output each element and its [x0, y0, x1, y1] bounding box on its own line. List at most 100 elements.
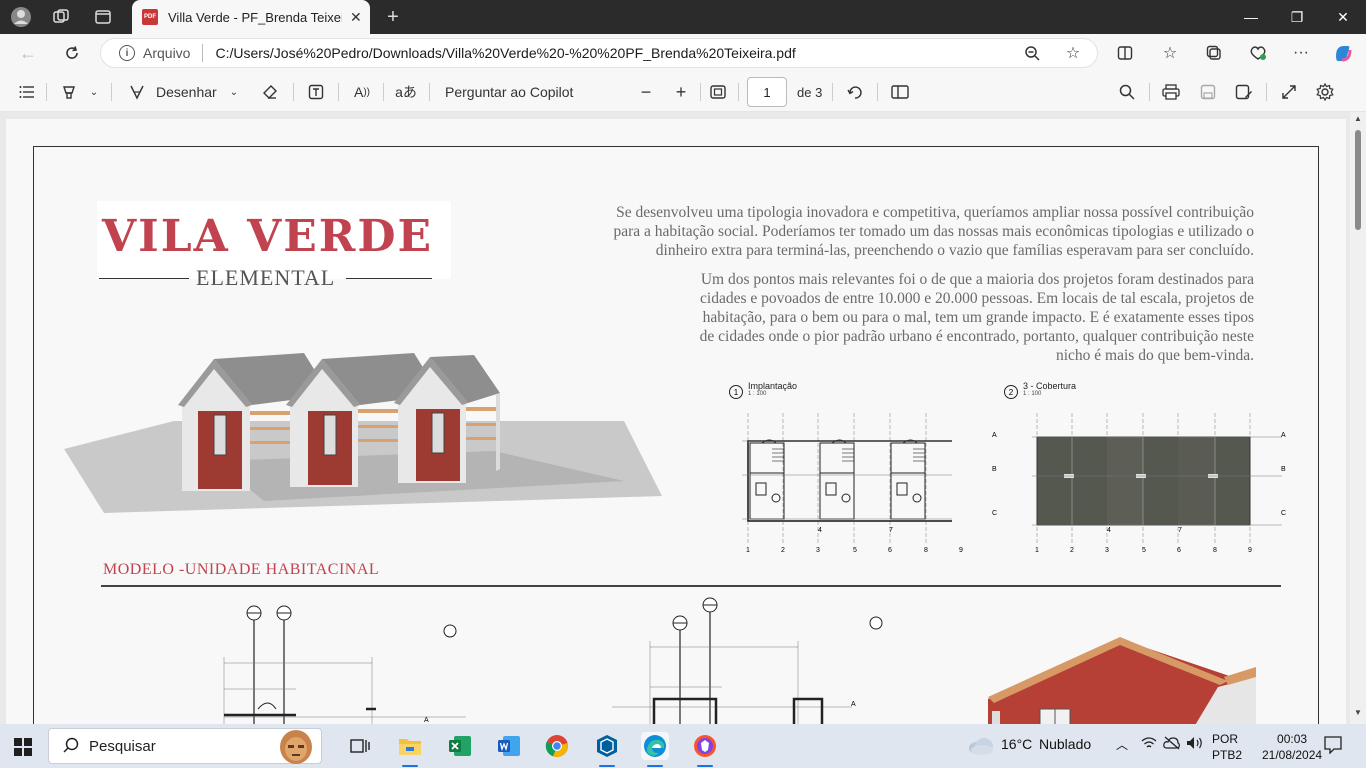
rotate-icon[interactable] [844, 80, 866, 104]
draw-button[interactable]: Desenhar [156, 80, 217, 104]
tab-close-icon[interactable]: ✕ [350, 9, 362, 26]
add-text-icon[interactable] [305, 80, 327, 104]
address-bar: ← i Arquivo C:/Users/José%20Pedro/Downlo… [0, 34, 1366, 72]
workspaces-icon[interactable] [50, 6, 72, 28]
show-hidden-icons-icon[interactable]: ︿ [1116, 736, 1128, 753]
page-number-input[interactable]: 1 [747, 77, 787, 107]
plan-1-number: 1 [729, 385, 743, 399]
grid-col-label: 2 [1070, 547, 1074, 554]
toolbar-separator [1266, 83, 1267, 101]
toolbar-separator [111, 83, 112, 101]
grid-row-label: C [992, 510, 998, 517]
grid-col-label: 6 [888, 547, 892, 554]
search-icon[interactable] [1116, 80, 1138, 104]
vertical-scrollbar[interactable]: ▲ ▼ [1350, 112, 1366, 724]
save-as-icon[interactable] [1233, 80, 1255, 104]
minimize-button[interactable]: — [1228, 0, 1274, 34]
zoom-icon[interactable] [1020, 41, 1044, 65]
url-separator [202, 44, 204, 62]
excel-icon[interactable] [446, 732, 474, 760]
save-icon[interactable] [1197, 80, 1219, 104]
read-aloud-icon[interactable]: A)) [350, 80, 374, 104]
scroll-up-icon[interactable]: ▲ [1354, 114, 1362, 123]
edge-icon[interactable] [641, 732, 669, 760]
grid-row-label: A [992, 432, 997, 439]
brave-browser-icon[interactable] [691, 732, 719, 760]
print-icon[interactable] [1160, 80, 1182, 104]
plan-1-label: Implantação 1 : 100 [748, 381, 797, 397]
scrollbar-thumb[interactable] [1355, 130, 1361, 230]
tab-title: Villa Verde - PF_Brenda Teixeira.p [168, 9, 342, 25]
grid-mid-label: 4 [818, 527, 822, 534]
translate-icon[interactable]: aあ [394, 80, 418, 104]
settings-gear-icon[interactable] [1314, 80, 1336, 104]
draw-dropdown-icon[interactable]: ⌄ [226, 80, 242, 104]
url-field[interactable]: i Arquivo C:/Users/José%20Pedro/Download… [100, 38, 1098, 68]
clock-date: 21/08/2024 [1262, 748, 1323, 762]
info-icon[interactable]: i [119, 45, 135, 61]
fullscreen-icon[interactable] [1278, 80, 1300, 104]
document-title: VILA VERDE [102, 211, 434, 262]
grid-row-label: A [851, 701, 856, 708]
app-running-indicator [697, 765, 713, 767]
draw-icon[interactable] [126, 80, 148, 104]
network-icon[interactable] [1141, 736, 1157, 753]
ask-copilot-button[interactable]: Perguntar ao Copilot [445, 80, 573, 104]
plan-2-scale: 1 : 100 [1023, 391, 1042, 397]
file-explorer-icon[interactable] [396, 732, 424, 760]
favorite-star-icon[interactable]: ☆ [1061, 41, 1085, 65]
page-view-icon[interactable] [889, 80, 911, 104]
weather-temperature[interactable]: 16°C [1001, 736, 1032, 752]
collections-icon[interactable] [1202, 41, 1226, 65]
cloud-sync-off-icon[interactable] [1163, 736, 1181, 753]
new-tab-button[interactable]: + [382, 6, 404, 28]
eraser-icon[interactable] [259, 80, 281, 104]
input-language-indicator[interactable]: POR PTB2 [1212, 731, 1242, 763]
paragraph-line: cidades e povoados de entre 10.000 e 20.… [700, 290, 1254, 307]
sketchup-icon[interactable] [593, 732, 621, 760]
tab-active[interactable]: PDF Villa Verde - PF_Brenda Teixeira.p ✕ [132, 0, 370, 34]
app-running-indicator [599, 765, 615, 767]
close-button[interactable]: ✕ [1320, 0, 1366, 34]
grid-mid-label: 4 [1107, 527, 1111, 534]
zoom-in-button[interactable]: + [671, 80, 691, 104]
weather-description[interactable]: Nublado [1039, 736, 1091, 752]
back-button[interactable]: ← [16, 41, 40, 65]
toolbar-separator [293, 83, 294, 101]
grid-col-label: 8 [1213, 547, 1217, 554]
toolbar-separator [338, 83, 339, 101]
favorites-icon[interactable]: ☆ [1158, 41, 1182, 65]
toolbar-separator [832, 83, 833, 101]
scroll-down-icon[interactable]: ▼ [1354, 708, 1362, 717]
paragraph-1: Se desenvolveu uma tipologia inovadora e… [476, 203, 1255, 260]
document-subtitle: ELEMENTAL [196, 265, 336, 290]
browser-essentials-icon[interactable] [1246, 41, 1270, 65]
highlight-dropdown-icon[interactable]: ⌄ [86, 80, 102, 104]
taskbar: Pesquisar 16°C Nublado ︿ POR PTB2 00:03 … [0, 724, 1366, 768]
copilot-icon[interactable] [1331, 41, 1355, 65]
word-icon[interactable] [495, 732, 523, 760]
windows-start-icon[interactable] [14, 738, 32, 759]
weather-cloud-icon[interactable] [968, 737, 994, 758]
fit-page-icon[interactable] [707, 80, 729, 104]
pdf-viewport[interactable]: VILA VERDE ELEMENTAL Se desenvolveu uma … [0, 112, 1366, 724]
volume-icon[interactable] [1186, 736, 1204, 753]
split-screen-icon[interactable] [1113, 41, 1137, 65]
taskbar-search-box[interactable]: Pesquisar [48, 728, 322, 764]
more-menu-icon[interactable]: ··· [1289, 41, 1313, 65]
profile-avatar-icon[interactable] [10, 6, 32, 28]
task-view-icon[interactable] [346, 732, 374, 760]
tab-actions-icon[interactable] [92, 6, 114, 28]
contents-icon[interactable] [16, 80, 38, 104]
chrome-icon[interactable] [543, 732, 571, 760]
refresh-button[interactable] [60, 41, 84, 65]
grid-col-label: 5 [1142, 547, 1146, 554]
clock[interactable]: 00:03 21/08/2024 [1262, 731, 1322, 763]
grid-col-label: 6 [1177, 547, 1181, 554]
zoom-out-button[interactable]: − [636, 80, 656, 104]
toolbar-separator [1149, 83, 1150, 101]
restore-button[interactable]: ❐ [1274, 0, 1320, 34]
language-code: POR [1212, 732, 1239, 746]
highlight-icon[interactable] [58, 80, 80, 104]
notifications-icon[interactable] [1324, 736, 1342, 757]
